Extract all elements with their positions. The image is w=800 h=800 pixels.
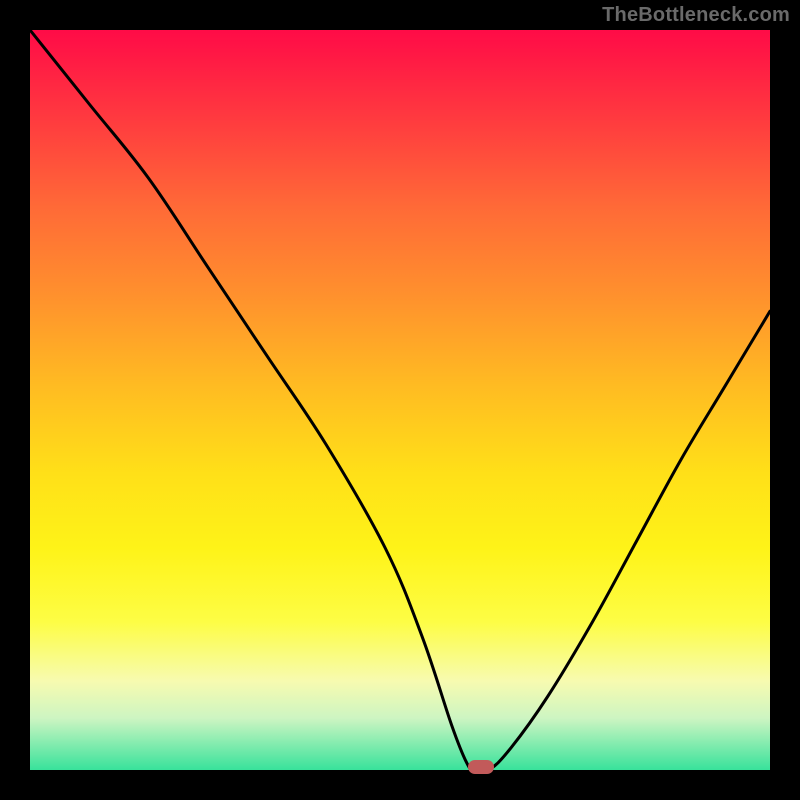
watermark-label: TheBottleneck.com bbox=[602, 4, 790, 27]
optimal-point-marker bbox=[468, 760, 494, 774]
chart-frame: TheBottleneck.com bbox=[0, 0, 800, 800]
bottleneck-curve bbox=[30, 30, 770, 770]
plot-area bbox=[30, 30, 770, 770]
